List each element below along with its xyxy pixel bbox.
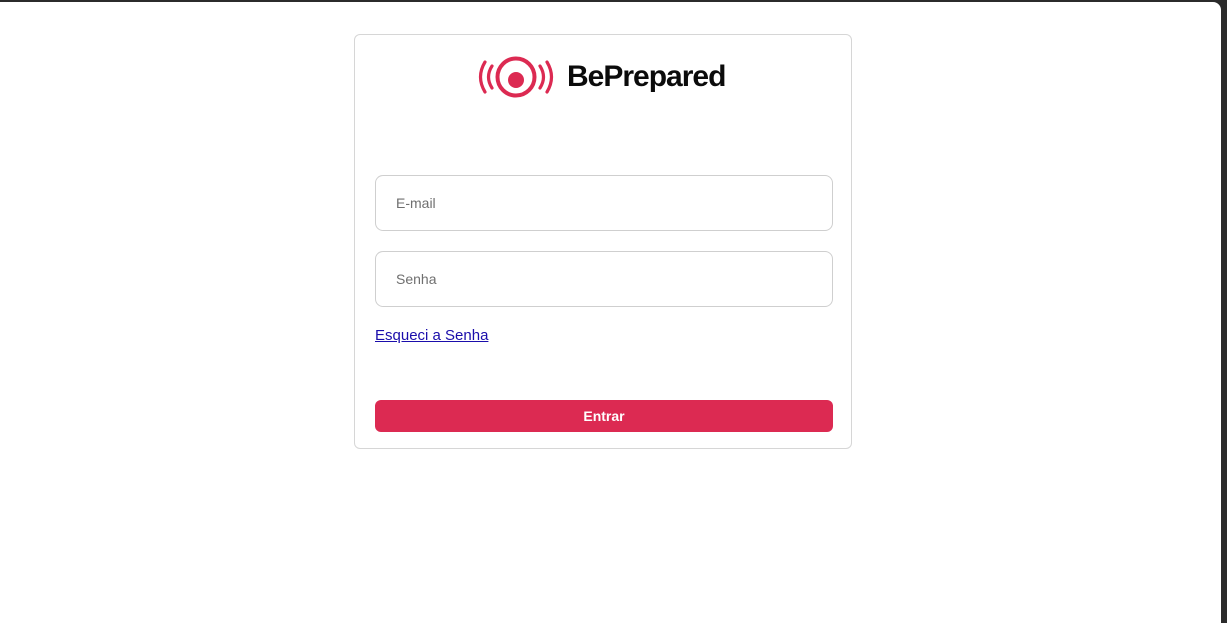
email-input[interactable] <box>375 175 833 231</box>
forgot-password-link[interactable]: Esqueci a Senha <box>375 327 488 344</box>
login-button[interactable]: Entrar <box>375 400 833 432</box>
browser-viewport: BePrepared Esqueci a Senha Entrar <box>0 2 1221 623</box>
window-edge <box>1221 0 1227 623</box>
broadcast-signal-icon <box>477 53 555 101</box>
brand-name: BePrepared <box>567 60 726 93</box>
password-input[interactable] <box>375 251 833 307</box>
brand-logo: BePrepared <box>477 53 726 101</box>
login-card: BePrepared Esqueci a Senha Entrar <box>354 34 852 449</box>
